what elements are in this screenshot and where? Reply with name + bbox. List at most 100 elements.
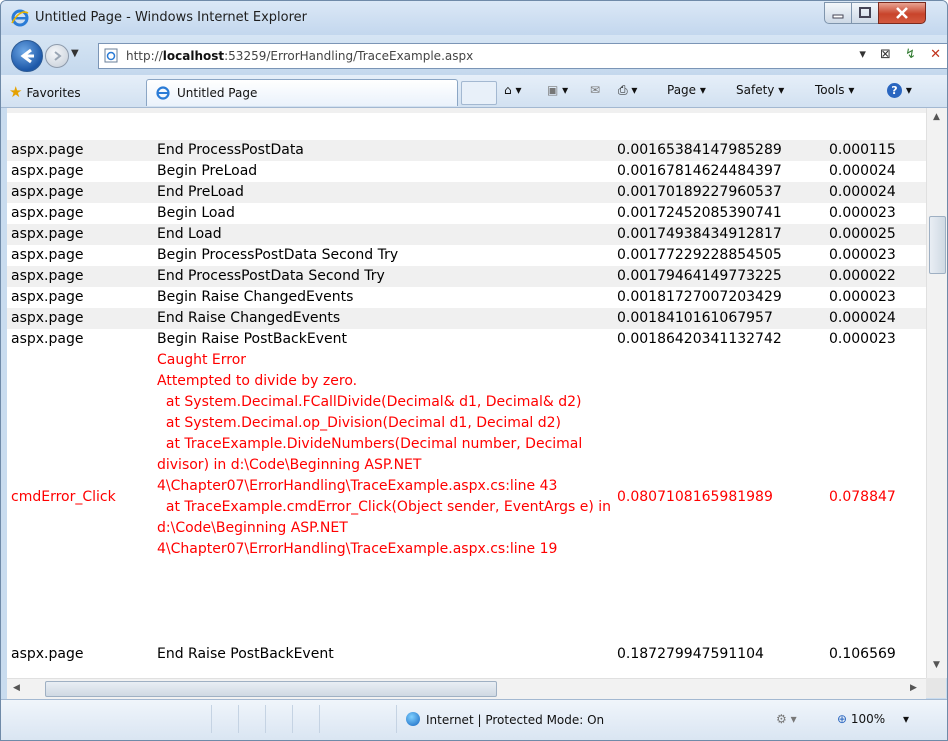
zoom-control[interactable]: ⊕ 100% ▾ — [837, 712, 909, 726]
trace-from-last: 0.000024 — [829, 310, 896, 326]
zone-text: Internet | Protected Mode: On — [426, 713, 605, 727]
maximize-icon — [859, 7, 871, 18]
trace-row: aspx.page End Load 0.00174938434912817 0.00… — [7, 224, 926, 245]
trace-from-first: 0.0018410161067957 — [617, 310, 773, 326]
trace-row-partial — [7, 108, 926, 113]
trace-row: aspx.page End ProcessPostData Second Try 0… — [7, 266, 926, 287]
trace-message: End Raise ChangedEvents — [157, 310, 341, 326]
trace-from-last: 0.000023 — [829, 247, 896, 263]
scrollbar-corner — [926, 678, 946, 698]
trace-from-first: 0.00165384147985289 — [617, 142, 782, 158]
trace-row: aspx.page End Raise PostBackEvent 0.187279… — [7, 644, 926, 665]
ie-tab-icon — [156, 86, 170, 100]
trace-message: End ProcessPostData — [157, 142, 304, 158]
new-tab-button[interactable] — [461, 81, 497, 105]
security-zone[interactable]: Internet | Protected Mode: On — [406, 712, 604, 727]
page-menu[interactable]: Page ▾ — [667, 83, 706, 97]
compatibility-icon[interactable]: ⊠ — [880, 47, 891, 62]
url-text[interactable]: http://localhost:53259/ErrorHandling/Tra… — [126, 49, 473, 63]
window-title: Untitled Page - Windows Internet Explore… — [35, 10, 308, 25]
status-cell — [266, 705, 293, 733]
trace-row: aspx.page Begin PreLoad 0.0016781462448439… — [7, 161, 926, 182]
trace-from-last: 0.000023 — [829, 205, 896, 221]
trace-message: Caught Error Attempted to divide by zero… — [157, 352, 612, 557]
scroll-left-icon[interactable]: ◀ — [13, 683, 20, 693]
trace-category: aspx.page — [11, 646, 84, 662]
back-button[interactable] — [11, 40, 43, 72]
trace-message: Begin PreLoad — [157, 163, 258, 179]
minimize-button[interactable] — [824, 2, 852, 24]
recent-pages-dropdown[interactable]: ▼ — [71, 48, 79, 59]
forward-button[interactable] — [45, 44, 69, 68]
trace-message: Begin ProcessPostData Second Try — [157, 247, 399, 263]
horizontal-scroll-thumb[interactable] — [45, 681, 497, 697]
tab-title: Untitled Page — [177, 86, 258, 100]
trace-message: Begin Raise ChangedEvents — [157, 289, 354, 305]
help-button[interactable]: ? ▾ — [887, 83, 912, 98]
address-bar[interactable]: http://localhost:53259/ErrorHandling/Tra… — [98, 43, 947, 69]
trace-message: End Raise PostBackEvent — [157, 646, 334, 662]
favorites-label: Favorites — [26, 86, 81, 100]
command-bar: ★ Favorites Untitled Page ⌂ ▾ ▣ ▾ ✉ ⎙ ▾ P… — [1, 75, 947, 108]
trace-row: aspx.page Begin Raise ChangedEvents 0.0018… — [7, 287, 926, 308]
home-button[interactable]: ⌂ ▾ — [504, 83, 521, 97]
trace-category: aspx.page — [11, 184, 84, 200]
url-path: :53259/ErrorHandling/TraceExample.aspx — [224, 49, 474, 63]
close-button[interactable] — [878, 2, 926, 24]
print-icon: ⎙ — [618, 83, 628, 97]
refresh-icon[interactable]: ↯ — [905, 47, 916, 62]
status-cell — [239, 705, 266, 733]
feeds-button[interactable]: ▣ ▾ — [547, 83, 568, 97]
read-mail-button[interactable]: ✉ — [590, 83, 600, 97]
trace-category: aspx.page — [11, 205, 84, 221]
print-button[interactable]: ⎙ ▾ — [618, 83, 637, 98]
trace-from-first: 0.187279947591104 — [617, 646, 764, 662]
feeds-icon: ▣ — [547, 83, 559, 97]
trace-from-first: 0.00174938434912817 — [617, 226, 782, 242]
status-cell — [320, 705, 397, 733]
back-arrow-icon — [20, 48, 34, 64]
mail-icon: ✉ — [590, 83, 601, 97]
scroll-up-icon[interactable]: ▲ — [933, 112, 940, 122]
browser-window: Untitled Page - Windows Internet Explore… — [0, 0, 948, 741]
trace-error-row: cmdError_Click Caught Error Attempted to … — [7, 350, 926, 644]
trace-from-first: 0.00170189227960537 — [617, 184, 782, 200]
maximize-button[interactable] — [851, 2, 879, 24]
trace-from-first: 0.00179464149773225 — [617, 268, 782, 284]
status-bar: Internet | Protected Mode: On ⚙ ▾ ⊕ 100%… — [1, 699, 947, 740]
scroll-down-icon[interactable]: ▼ — [933, 660, 940, 670]
tab-untitled-page[interactable]: Untitled Page — [146, 79, 458, 106]
trace-category: aspx.page — [11, 268, 84, 284]
trace-from-last: 0.078847 — [829, 488, 896, 505]
tools-menu[interactable]: Tools ▾ — [815, 83, 854, 97]
help-icon: ? — [887, 83, 902, 98]
safety-menu[interactable]: Safety ▾ — [736, 83, 784, 97]
trace-from-first: 0.00177229228854505 — [617, 247, 782, 263]
scroll-right-icon[interactable]: ▶ — [910, 683, 917, 693]
trace-from-last: 0.000023 — [829, 331, 896, 347]
trace-from-last: 0.000022 — [829, 268, 896, 284]
zoom-dropdown-icon[interactable]: ▾ — [903, 712, 909, 726]
trace-category: aspx.page — [11, 310, 84, 326]
zoom-level: 100% — [850, 712, 886, 726]
trace-category: aspx.page — [11, 142, 84, 158]
trace-row: aspx.page Begin Load 0.00172452085390741 0.… — [7, 203, 926, 224]
star-icon: ★ — [9, 83, 23, 101]
trace-category: aspx.page — [11, 163, 84, 179]
horizontal-scrollbar[interactable]: ◀ ▶ — [7, 678, 926, 699]
trace-from-last: 0.000115 — [829, 142, 896, 158]
favorites-button[interactable]: ★ Favorites — [9, 83, 81, 101]
vertical-scrollbar[interactable]: ▲ ▼ — [926, 108, 947, 678]
address-dropdown-icon[interactable]: ▾ — [859, 47, 866, 62]
globe-icon — [406, 712, 420, 726]
trace-category: aspx.page — [11, 331, 84, 347]
trace-row: aspx.page End ProcessPostData 0.0016538414… — [7, 140, 926, 161]
trace-message: End ProcessPostData Second Try — [157, 268, 385, 284]
trace-from-last: 0.000023 — [829, 289, 896, 305]
minimize-icon — [832, 14, 844, 19]
magnifier-icon: ⊕ — [837, 712, 848, 726]
addons-button[interactable]: ⚙ ▾ — [776, 712, 797, 726]
trace-message: Begin Load — [157, 205, 235, 221]
vertical-scroll-thumb[interactable] — [929, 216, 946, 274]
stop-icon[interactable]: ✕ — [930, 47, 941, 62]
